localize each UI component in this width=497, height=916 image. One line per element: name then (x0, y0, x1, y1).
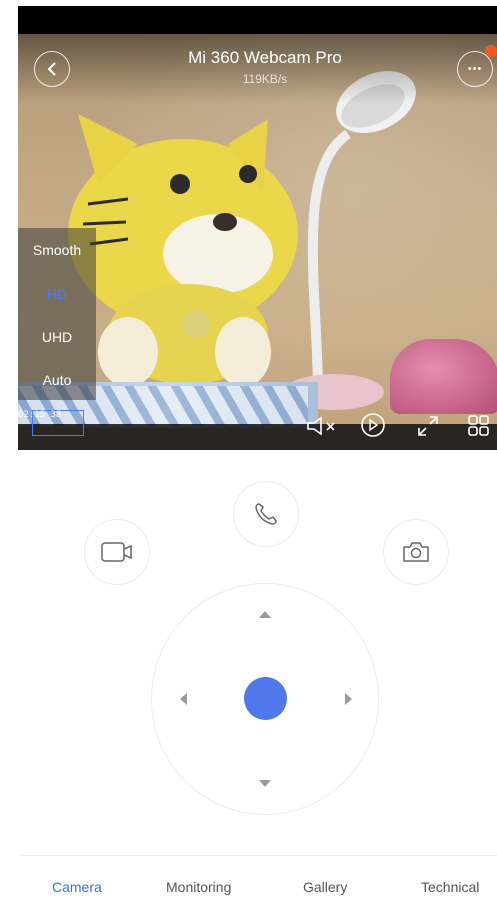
arrow-up-icon[interactable] (259, 611, 271, 618)
quality-option-uhd[interactable]: UHD (18, 329, 96, 345)
tab-monitoring[interactable]: Monitoring (166, 879, 231, 895)
camera-title: Mi 360 Webcam Pro (188, 48, 342, 67)
video-timestamp: 02:15 38 (18, 410, 62, 420)
grid-icon (468, 415, 489, 436)
bottom-tab-bar: Camera Monitoring Gallery Technical (18, 855, 497, 916)
call-button[interactable] (233, 481, 299, 547)
stream-speed: 119KB/s (242, 72, 288, 86)
arrow-down-icon[interactable] (259, 780, 271, 787)
record-video-button[interactable] (84, 519, 150, 585)
fullscreen-icon (418, 416, 438, 436)
screenshot-button[interactable] (383, 519, 449, 585)
tab-camera[interactable]: Camera (52, 879, 102, 895)
playback-button[interactable] (358, 410, 388, 440)
grid-view-button[interactable] (466, 412, 492, 440)
quality-option-hd[interactable]: HD (18, 286, 96, 302)
notification-dot (485, 45, 497, 57)
video-record-icon (101, 542, 132, 562)
arrow-right-icon[interactable] (345, 693, 352, 705)
quality-menu: Smooth HD UHD Auto (18, 228, 96, 400)
chevron-left-icon (47, 62, 56, 76)
video-top-gradient (18, 34, 497, 104)
screenshot-icon (403, 542, 429, 562)
pink-object (390, 339, 497, 414)
playback-icon (361, 413, 385, 437)
phone-call-icon (255, 503, 277, 525)
toy-illustration (68, 114, 298, 398)
quality-option-auto[interactable]: Auto (18, 372, 96, 388)
joystick-knob[interactable] (244, 677, 287, 720)
more-icon: ••• (467, 62, 483, 75)
tab-technical[interactable]: Technical (421, 879, 479, 895)
back-button[interactable] (34, 51, 70, 87)
quality-option-smooth[interactable]: Smooth (18, 242, 96, 258)
fullscreen-button[interactable] (413, 412, 443, 440)
mute-icon (307, 416, 335, 436)
arrow-left-icon[interactable] (180, 693, 187, 705)
mute-button[interactable] (303, 414, 343, 438)
status-bar (18, 6, 497, 34)
tab-gallery[interactable]: Gallery (303, 879, 347, 895)
